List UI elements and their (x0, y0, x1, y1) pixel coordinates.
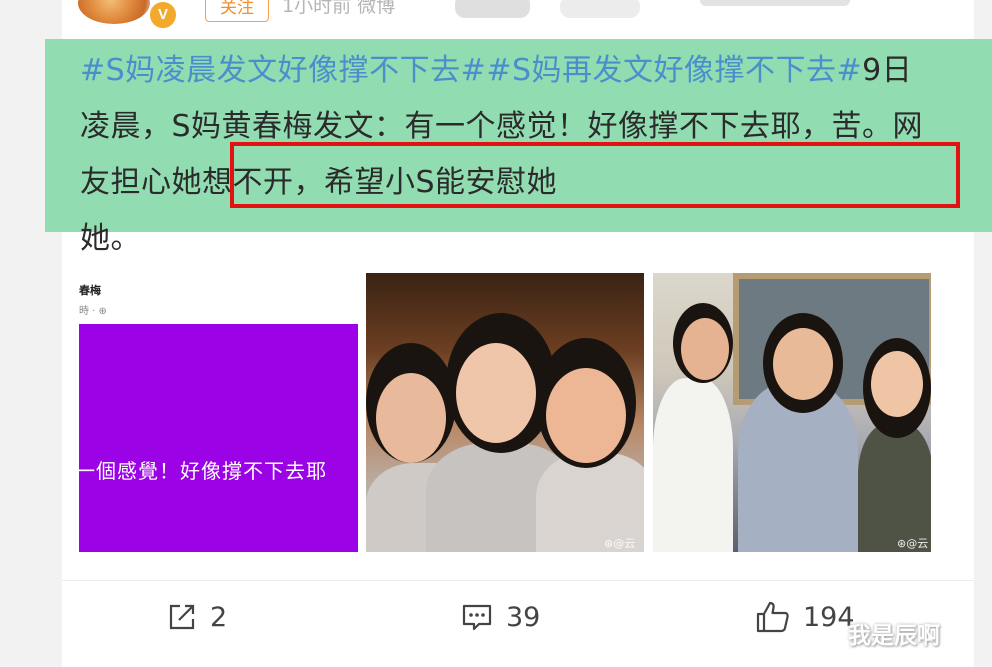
purple-post-background (79, 324, 358, 552)
image-watermark: ⊛@云 (604, 537, 636, 550)
comment-count: 39 (506, 601, 541, 633)
person-face (546, 368, 626, 463)
person-face (376, 373, 446, 463)
person-body (858, 423, 931, 552)
image-timestamp: 時 · ⊕ (79, 306, 107, 317)
post-image-2[interactable]: ⊛@云 (366, 273, 644, 552)
person-face (456, 343, 536, 443)
follow-button[interactable]: 关注 (205, 0, 269, 22)
verified-badge: V (148, 0, 178, 30)
comment-button[interactable]: 39 (460, 597, 540, 637)
comment-icon (462, 604, 492, 631)
person-face (773, 328, 833, 400)
share-icon (169, 604, 195, 630)
post-image-3[interactable]: ⊛@云 (653, 273, 931, 552)
person-face (681, 318, 729, 380)
post-time-source: 1小时前 微博 (282, 0, 396, 17)
post-body-end: 她。 (80, 221, 141, 256)
image-author-name: 春梅 (79, 284, 101, 297)
blurred-region (560, 0, 640, 18)
post-image-1[interactable]: 春梅 時 · ⊕ 一個感覺！好像撐不下去耶 (79, 272, 358, 552)
share-button[interactable]: 2 (166, 597, 227, 637)
site-watermark: 我是辰啊 (848, 623, 940, 649)
like-button[interactable]: 194 (755, 597, 855, 637)
thumbs-up-icon (756, 601, 789, 633)
blurred-region (455, 0, 530, 18)
person-face (871, 351, 923, 417)
blurred-region (700, 0, 850, 6)
divider (62, 580, 974, 581)
red-annotation-box (230, 142, 960, 208)
topic-link[interactable]: #S妈凌晨发文好像撑不下去##S妈再发文好像撑不下去# (80, 53, 862, 88)
person-body (653, 378, 733, 552)
like-count: 194 (803, 601, 855, 633)
image-caption: 一個感覺！好像撐不下去耶 (79, 459, 327, 483)
image-watermark: ⊛@云 (897, 537, 929, 550)
share-count: 2 (210, 601, 228, 633)
